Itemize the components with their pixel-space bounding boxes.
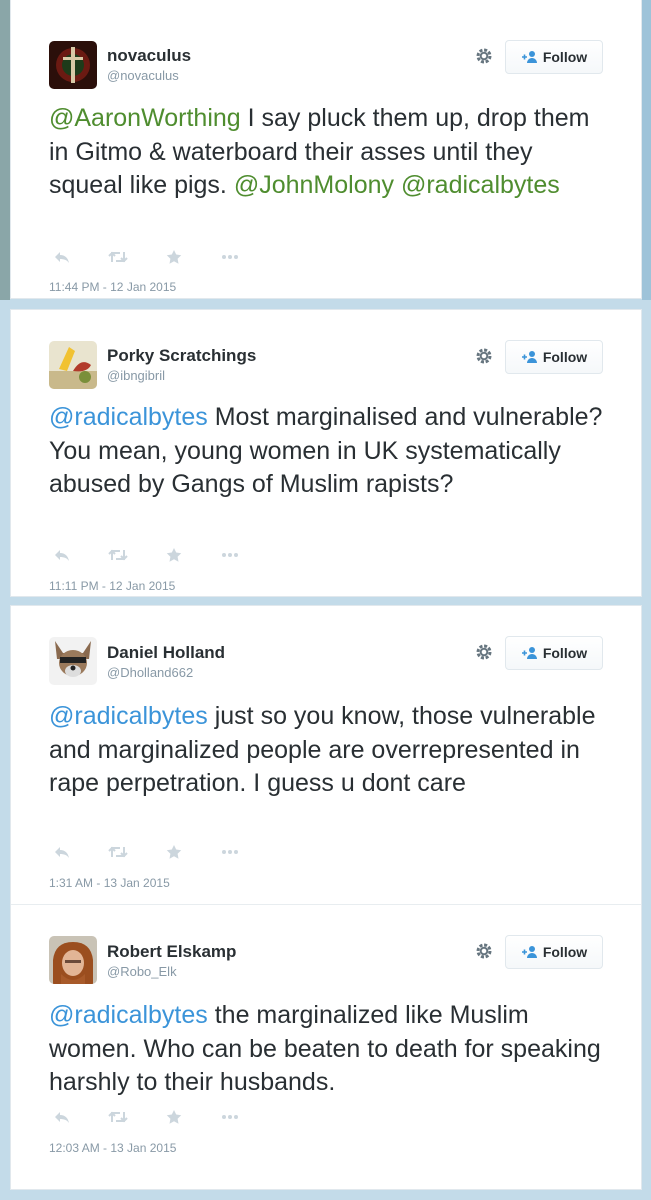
reply-icon[interactable] [51, 1109, 73, 1125]
follow-button[interactable]: Follow [505, 935, 603, 969]
tweet-card: Porky Scratchings @ibngibril Follow @rad… [10, 309, 642, 597]
timestamp[interactable]: 1:31 AM - 13 Jan 2015 [49, 876, 170, 890]
background-right-strip [642, 0, 651, 300]
favorite-icon[interactable] [163, 844, 185, 860]
gear-icon[interactable] [473, 345, 495, 367]
tweet-actions [51, 547, 275, 563]
more-icon[interactable] [219, 1109, 241, 1125]
background-left-strip [0, 0, 10, 300]
follow-label: Follow [542, 49, 588, 65]
avatar[interactable] [49, 41, 97, 89]
gear-icon[interactable] [473, 641, 495, 663]
tweet-actions [51, 844, 275, 860]
follow-person-icon [521, 945, 539, 959]
follow-label: Follow [542, 349, 588, 365]
display-name[interactable]: Porky Scratchings [107, 346, 256, 366]
follow-label: Follow [542, 645, 588, 661]
follow-person-icon [521, 50, 539, 64]
follow-person-icon [521, 350, 539, 364]
follow-button[interactable]: Follow [505, 636, 603, 670]
retweet-icon[interactable] [107, 1109, 129, 1125]
follow-label: Follow [542, 944, 588, 960]
display-name[interactable]: Robert Elskamp [107, 942, 236, 962]
favorite-icon[interactable] [163, 547, 185, 563]
mention-link[interactable]: @JohnMolony [234, 171, 394, 199]
tweet-actions [51, 1109, 275, 1125]
display-name[interactable]: Daniel Holland [107, 643, 225, 663]
avatar[interactable] [49, 341, 97, 389]
mention-link[interactable]: @radicalbytes [401, 171, 560, 199]
display-name[interactable]: novaculus [107, 46, 191, 66]
reply-icon[interactable] [51, 844, 73, 860]
username[interactable]: @ibngibril [107, 368, 165, 383]
avatar[interactable] [49, 936, 97, 984]
reply-icon[interactable] [51, 547, 73, 563]
timestamp[interactable]: 11:44 PM - 12 Jan 2015 [49, 280, 176, 294]
username[interactable]: @Robo_Elk [107, 964, 177, 979]
mention-link[interactable]: @radicalbytes [49, 1001, 208, 1029]
tweet-text: @radicalbytes just so you know, those vu… [49, 700, 609, 801]
favorite-icon[interactable] [163, 1109, 185, 1125]
retweet-icon[interactable] [107, 547, 129, 563]
retweet-icon[interactable] [107, 844, 129, 860]
mention-link[interactable]: @radicalbytes [49, 702, 208, 730]
username[interactable]: @Dholland662 [107, 665, 193, 680]
more-icon[interactable] [219, 249, 241, 265]
tweet-actions [51, 249, 275, 265]
retweet-icon[interactable] [107, 249, 129, 265]
mention-link[interactable]: @AaronWorthing [49, 104, 241, 132]
more-icon[interactable] [219, 547, 241, 563]
timestamp[interactable]: 11:11 PM - 12 Jan 2015 [49, 579, 175, 593]
tweet-text: @radicalbytes Most marginalised and vuln… [49, 401, 609, 502]
follow-person-icon [521, 646, 539, 660]
gear-icon[interactable] [473, 940, 495, 962]
avatar[interactable] [49, 637, 97, 685]
gear-icon[interactable] [473, 45, 495, 67]
more-icon[interactable] [219, 844, 241, 860]
follow-button[interactable]: Follow [505, 40, 603, 74]
tweet-card: novaculus @novaculus Follow @AaronWorthi… [10, 0, 642, 299]
tweet-card: Daniel Holland @Dholland662 Follow @radi… [10, 605, 642, 1190]
follow-button[interactable]: Follow [505, 340, 603, 374]
favorite-icon[interactable] [163, 249, 185, 265]
reply-icon[interactable] [51, 249, 73, 265]
tweet-text: @radicalbytes the marginalized like Musl… [49, 999, 609, 1100]
tweet-divider [11, 904, 641, 905]
tweet-text-segment [394, 171, 401, 199]
username[interactable]: @novaculus [107, 68, 179, 83]
tweet-text: @AaronWorthing I say pluck them up, drop… [49, 102, 609, 203]
mention-link[interactable]: @radicalbytes [49, 403, 208, 431]
timestamp[interactable]: 12:03 AM - 13 Jan 2015 [49, 1141, 176, 1155]
